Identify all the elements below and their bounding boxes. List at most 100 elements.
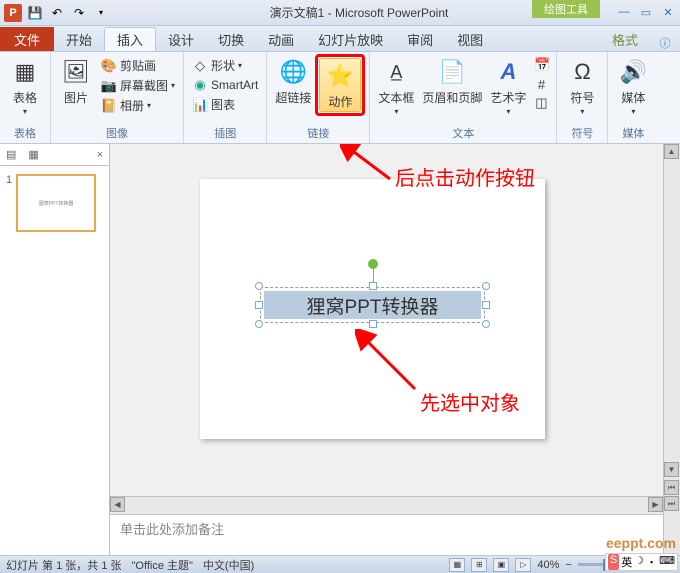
scroll-down-button[interactable]: ▼ — [664, 462, 679, 477]
normal-view-button[interactable]: ▦ — [449, 558, 465, 572]
symbol-icon: Ω — [566, 56, 598, 88]
work-area: ▤ ▦ × 1 狸窝PPT转换器 狸窝PPT转换器 — [0, 144, 680, 555]
textbox-button[interactable]: A̲ 文本框 ▾ — [374, 54, 418, 118]
rotation-handle[interactable] — [368, 259, 378, 269]
chart-button[interactable]: 📊图表 — [190, 95, 260, 114]
tab-animations[interactable]: 动画 — [256, 27, 306, 51]
annotation-arrow-1 — [340, 144, 400, 184]
handle-ne[interactable] — [482, 282, 490, 290]
selected-textbox[interactable]: 狸窝PPT转换器 — [260, 287, 485, 323]
picture-button[interactable]: 🖼 图片 — [55, 54, 97, 108]
group-links-label: 链接 — [271, 124, 365, 143]
headerfooter-button[interactable]: 📄 页眉和页脚 — [418, 54, 486, 108]
qat-more-icon[interactable]: ▾ — [92, 4, 110, 22]
symbol-button[interactable]: Ω 符号 ▾ — [561, 54, 603, 118]
wordart-button[interactable]: A 艺术字 ▾ — [486, 54, 530, 118]
minimize-button[interactable]: — — [616, 6, 632, 19]
hyperlink-button[interactable]: 🌐 超链接 — [271, 54, 315, 108]
clipart-button[interactable]: 🎨剪贴画 — [99, 56, 177, 75]
screenshot-button[interactable]: 📷屏幕截图▾ — [99, 76, 177, 95]
handle-w[interactable] — [255, 301, 263, 309]
status-bar: 幻灯片 第 1 张，共 1 张 "Office 主题" 中文(中国) ▦ ⊞ ▣… — [0, 555, 680, 573]
handle-n[interactable] — [369, 282, 377, 290]
handle-s[interactable] — [369, 320, 377, 328]
tab-slideshow[interactable]: 幻灯片放映 — [306, 27, 395, 51]
zoom-out-button[interactable]: − — [565, 559, 571, 571]
undo-icon[interactable]: ↶ — [48, 4, 66, 22]
ime-dot-icon: ・ — [646, 554, 657, 570]
action-icon: ⭐ — [324, 60, 356, 92]
scroll-left-button[interactable]: ◀ — [110, 497, 125, 512]
prev-slide-button[interactable]: ⏮ — [664, 480, 679, 495]
shapes-icon: ◇ — [192, 58, 208, 74]
action-button[interactable]: ⭐ 动作 — [319, 58, 361, 112]
panel-close-button[interactable]: × — [91, 144, 109, 165]
dropdown-icon: ▾ — [23, 107, 27, 116]
ime-bar[interactable]: S 英 ☽ ・ ⌨ — [605, 553, 678, 571]
tab-format[interactable]: 格式 — [600, 27, 650, 51]
slidenum-icon: # — [534, 76, 548, 92]
handle-se[interactable] — [482, 320, 490, 328]
thumb-number: 1 — [6, 174, 12, 232]
tab-insert[interactable]: 插入 — [104, 27, 156, 51]
date-button[interactable]: 📅 — [532, 56, 550, 74]
screenshot-icon: 📷 — [101, 78, 117, 94]
slide-canvas[interactable]: 狸窝PPT转换器 后点击动作按钮 先选中对象 ▲ ▼ ⏮ — [110, 144, 680, 555]
zoom-percent[interactable]: 40% — [537, 559, 559, 571]
textbox-text[interactable]: 狸窝PPT转换器 — [264, 291, 481, 319]
slidenum-button[interactable]: # — [532, 75, 550, 93]
save-icon[interactable]: 💾 — [26, 4, 44, 22]
object-icon: ◫ — [534, 95, 548, 111]
handle-e[interactable] — [482, 301, 490, 309]
scroll-up-button[interactable]: ▲ — [664, 144, 679, 159]
group-images-label: 图像 — [55, 124, 179, 143]
handle-nw[interactable] — [255, 282, 263, 290]
handle-sw[interactable] — [255, 320, 263, 328]
ime-s-icon: S — [608, 554, 619, 570]
tab-file[interactable]: 文件 — [0, 27, 54, 51]
object-button[interactable]: ◫ — [532, 94, 550, 112]
panel-tab-slides[interactable]: ▤ — [0, 144, 22, 165]
ime-lang: 英 — [621, 554, 632, 570]
group-illustrations: ◇形状▾ ◉SmartArt 📊图表 插图 — [184, 52, 267, 143]
group-symbols-label: 符号 — [561, 124, 603, 143]
notes-pane[interactable]: 单击此处添加备注 — [110, 514, 663, 555]
panel-tab-outline[interactable]: ▦ — [22, 144, 44, 165]
next-slide-button[interactable]: ⏭ — [664, 496, 679, 511]
slideshow-view-button[interactable]: ▷ — [515, 558, 531, 572]
slide-thumbnail[interactable]: 1 狸窝PPT转换器 — [6, 174, 103, 232]
hyperlink-label: 超链接 — [275, 89, 311, 106]
app-icon[interactable]: P — [4, 4, 22, 22]
action-button-highlight: ⭐ 动作 — [315, 54, 365, 116]
tab-transitions[interactable]: 切换 — [206, 27, 256, 51]
media-button[interactable]: 🔊 媒体 ▾ — [612, 54, 654, 118]
contextual-tab-label: 绘图工具 — [532, 0, 600, 18]
table-label: 表格 — [13, 89, 37, 106]
album-button[interactable]: 📔相册▾ — [99, 96, 177, 115]
horizontal-scrollbar[interactable]: ◀ ▶ — [110, 496, 663, 513]
ribbon-help-icon[interactable]: ⓘ — [650, 35, 680, 51]
status-language[interactable]: 中文(中国) — [203, 557, 254, 573]
tab-design[interactable]: 设计 — [156, 27, 206, 51]
shapes-button[interactable]: ◇形状▾ — [190, 56, 260, 75]
vertical-scrollbar[interactable]: ▲ ▼ ⏮ ⏭ — [663, 144, 680, 555]
annotation-arrow-2 — [355, 329, 425, 399]
tab-review[interactable]: 审阅 — [395, 27, 445, 51]
wordart-label: 艺术字 — [490, 89, 526, 106]
panel-tabs: ▤ ▦ × — [0, 144, 109, 166]
sorter-view-button[interactable]: ⊞ — [471, 558, 487, 572]
clipart-label: 剪贴画 — [120, 57, 156, 74]
tab-view[interactable]: 视图 — [445, 27, 495, 51]
group-media-label: 媒体 — [612, 124, 654, 143]
redo-icon[interactable]: ↷ — [70, 4, 88, 22]
close-button[interactable]: ✕ — [660, 6, 676, 19]
chart-icon: 📊 — [192, 97, 208, 113]
scroll-right-button[interactable]: ▶ — [648, 497, 663, 512]
tab-home[interactable]: 开始 — [54, 27, 104, 51]
smartart-button[interactable]: ◉SmartArt — [190, 76, 260, 94]
chart-label: 图表 — [211, 96, 235, 113]
table-button[interactable]: ▦ 表格 ▾ — [4, 54, 46, 118]
restore-button[interactable]: ▭ — [638, 6, 654, 19]
reading-view-button[interactable]: ▣ — [493, 558, 509, 572]
hyperlink-icon: 🌐 — [277, 56, 309, 88]
